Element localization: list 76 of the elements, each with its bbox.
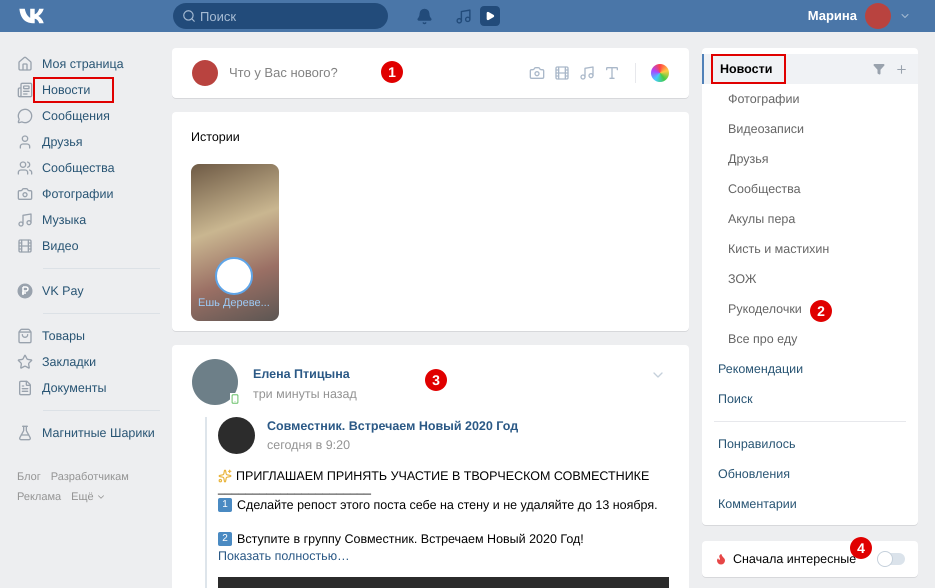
menu-label: Новости (713, 56, 784, 82)
music-note-icon (17, 212, 33, 228)
camera-icon (17, 186, 33, 202)
star-icon (17, 354, 33, 370)
menu-item[interactable]: Новости (702, 54, 918, 84)
avatar (192, 60, 218, 86)
nav-link[interactable]: Видео (42, 236, 79, 256)
nav-link[interactable]: Новости (35, 78, 112, 102)
people-icon (17, 160, 33, 176)
menu-subitem[interactable]: Сообщества (728, 180, 801, 198)
nav-link[interactable]: Моя страница (42, 54, 124, 74)
nav-link[interactable]: Товары (42, 326, 85, 346)
menu-subitem[interactable]: Акулы пера (728, 210, 796, 228)
music-note-icon[interactable] (579, 65, 595, 81)
phone-icon (230, 393, 240, 405)
music-note-icon[interactable] (455, 8, 472, 24)
menu-label: Поиск (718, 390, 753, 408)
menu-item[interactable]: Обновления (702, 459, 918, 489)
number-badge: 1 (218, 498, 232, 512)
menu-label: Обновления (718, 466, 790, 483)
menu-item[interactable]: Рекомендации (702, 354, 918, 384)
nav-link[interactable]: VK Pay (42, 282, 84, 300)
nav-link[interactable]: Фотографии (42, 184, 114, 204)
filter-icon[interactable] (873, 62, 885, 74)
story-avatar (215, 256, 253, 295)
section-title: Истории (191, 129, 241, 146)
menu-subitem[interactable]: Все про еду (728, 330, 798, 348)
film-icon (17, 238, 33, 254)
nav-link[interactable]: Музыка (42, 210, 86, 230)
menu-subitem[interactable]: Кисть и мастихин (728, 240, 830, 258)
bell-icon[interactable] (416, 8, 433, 24)
number-badge: 2 (218, 532, 232, 546)
show-more-link[interactable]: Показать полностью… (218, 548, 350, 564)
toggle-switch[interactable] (879, 553, 905, 565)
flame-icon (715, 553, 727, 565)
story-caption: Ешь Дереве... (198, 296, 270, 312)
group-name[interactable]: Совместник. Встречаем Новый 2020 Год (267, 417, 518, 436)
menu-label: Комментарии (718, 496, 797, 513)
document-icon (17, 380, 33, 396)
color-wheel-icon[interactable] (651, 64, 669, 82)
menu-label: Понравилось (718, 436, 796, 453)
menu-item[interactable]: Поиск (702, 384, 918, 414)
flask-icon (17, 425, 33, 441)
newspaper-icon (17, 82, 33, 98)
menu-subitem[interactable]: Рукоделочки (728, 300, 802, 318)
play-icon[interactable] (480, 6, 500, 26)
nav-link[interactable]: Документы (42, 378, 106, 398)
shopping-bag-icon (17, 328, 33, 344)
avatar[interactable] (218, 417, 255, 454)
ruble-coin-icon (17, 283, 33, 299)
home-icon (17, 56, 33, 72)
author-name[interactable]: Елена Птицына (253, 365, 357, 384)
nav-link[interactable]: Сообщества (42, 158, 115, 178)
nav-link[interactable]: Сообщения (42, 106, 110, 126)
menu-subitem[interactable]: Видеозаписи (728, 120, 804, 138)
post-text: Вступите в группу Совместник. Встречаем Новый 2020 Год! (237, 530, 584, 548)
search-field[interactable]: Поиск (173, 3, 388, 29)
post-text: Сделайте репост этого поста себе на стену и не удаляйте до 13 ноября. (237, 496, 658, 514)
person-icon (17, 134, 33, 150)
menu-item[interactable]: Понравилось (702, 429, 918, 459)
camera-icon[interactable] (529, 65, 545, 81)
menu-label: Рекомендации (718, 360, 804, 378)
menu-subitem[interactable]: ЗОЖ (728, 270, 756, 288)
nav-link[interactable]: Друзья (42, 132, 83, 152)
user-name[interactable]: Марина (808, 6, 857, 26)
plus-icon[interactable] (895, 62, 908, 76)
chat-bubble-icon (17, 108, 33, 124)
text-icon[interactable] (604, 65, 620, 81)
film-icon[interactable] (554, 65, 570, 81)
search-icon (182, 9, 196, 23)
nav-link[interactable]: Магнитные Шарики (42, 424, 155, 442)
menu-subitem[interactable]: Друзья (728, 150, 769, 168)
sparkle-icon (218, 469, 232, 483)
menu-item[interactable]: Комментарии (702, 489, 918, 519)
nav-link[interactable]: Закладки (42, 352, 96, 372)
menu-subitem[interactable]: Фотографии (728, 90, 800, 108)
